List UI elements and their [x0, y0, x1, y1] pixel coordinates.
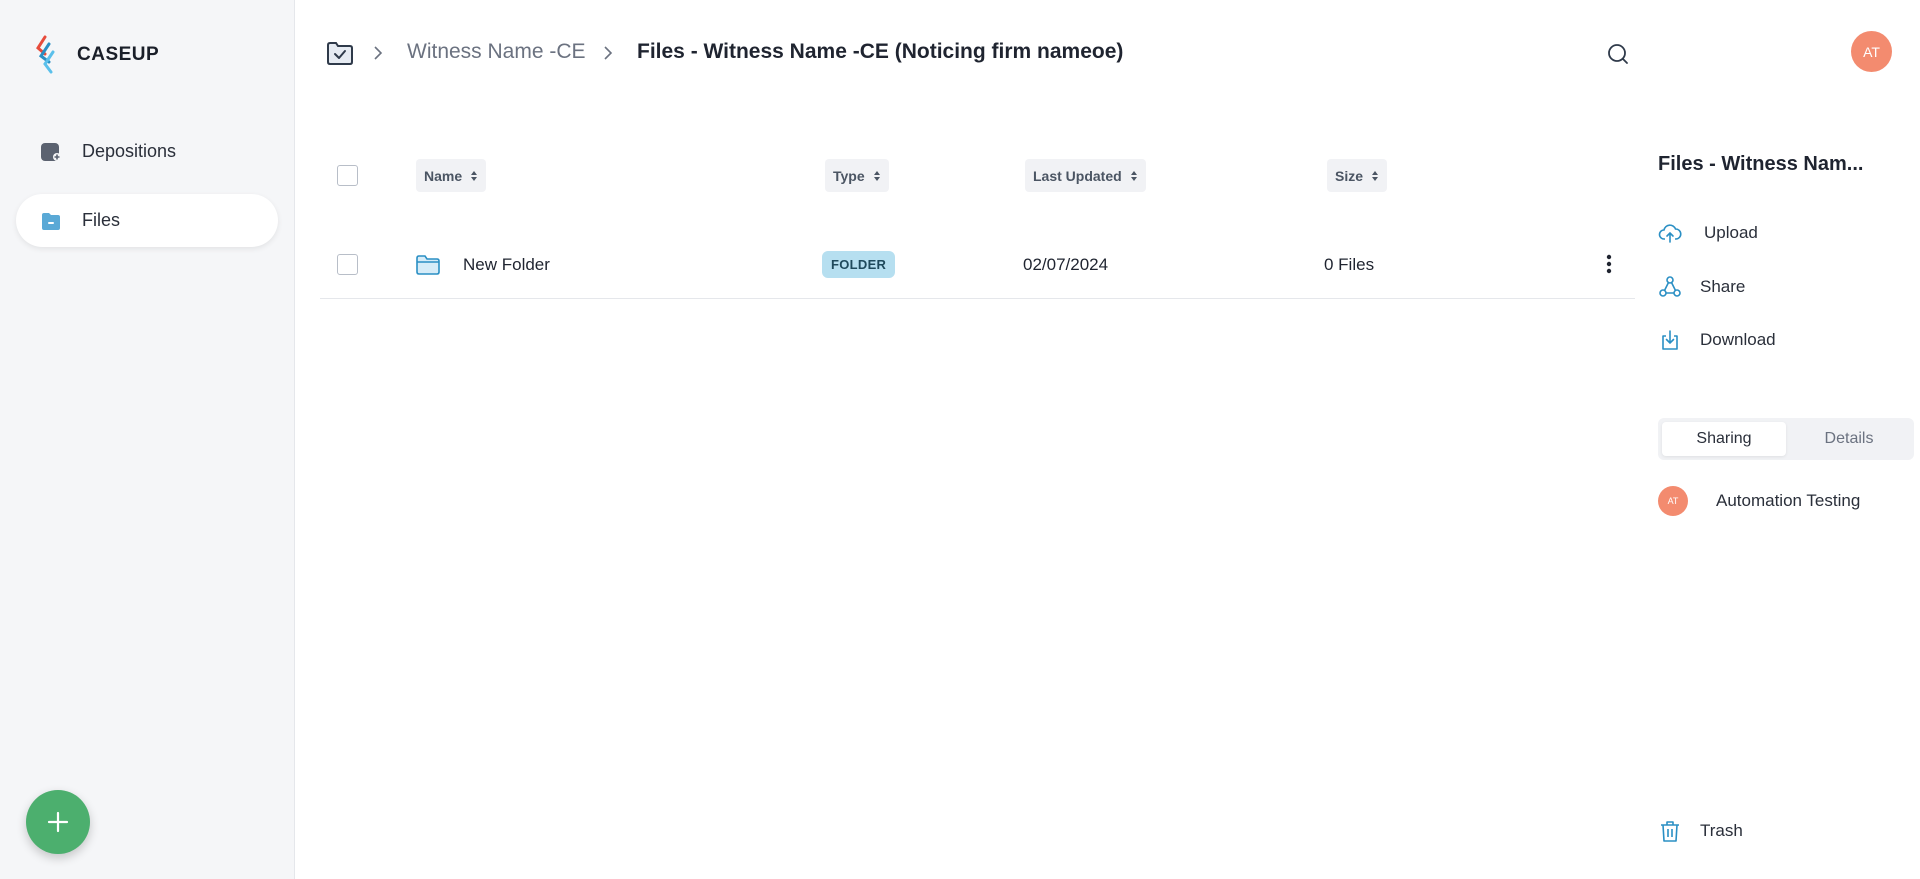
row-more-button[interactable]	[1597, 252, 1621, 276]
sidebar: CASEUP Depositions Files	[0, 0, 295, 879]
column-header-size[interactable]: Size	[1327, 159, 1388, 192]
details-panel: Files - Witness Nam... Upload Share Down…	[1658, 0, 1920, 879]
column-label: Size	[1335, 167, 1364, 184]
more-vertical-icon	[1606, 254, 1612, 274]
shared-user-name: Automation Testing	[1716, 491, 1861, 510]
brand[interactable]: CASEUP	[31, 34, 159, 76]
tab-sharing[interactable]: Sharing	[1662, 422, 1786, 456]
size-cell: 0 Files	[1324, 254, 1375, 274]
folder-check-icon[interactable]	[326, 40, 354, 66]
search-icon[interactable]	[1606, 42, 1630, 66]
sort-icon	[1130, 170, 1137, 181]
table-header: Name Type Last Updated Size	[320, 150, 1635, 200]
sidebar-item-label: Depositions	[82, 141, 177, 161]
table-row[interactable]: New Folder FOLDER 02/07/2024 0 Files	[320, 230, 1635, 299]
column-header-last-updated[interactable]: Last Updated	[1025, 159, 1146, 192]
trash-button[interactable]: Trash	[1658, 819, 1743, 843]
sort-icon	[471, 170, 478, 181]
share-icon	[1659, 276, 1681, 297]
sort-icon	[1372, 170, 1379, 181]
column-header-type[interactable]: Type	[825, 159, 889, 192]
share-button[interactable]: Share	[1658, 275, 1745, 299]
type-cell: FOLDER	[822, 230, 896, 299]
sidebar-item-depositions[interactable]: Depositions	[16, 125, 278, 178]
upload-button[interactable]: Upload	[1658, 221, 1758, 245]
file-name: New Folder	[463, 254, 550, 274]
shared-user-row: AT Automation Testing	[1658, 486, 1860, 516]
plus-icon	[47, 811, 69, 833]
row-checkbox[interactable]	[337, 254, 358, 275]
file-table: Name Type Last Updated Size New Folder F…	[320, 150, 1635, 299]
column-label: Last Updated	[1033, 167, 1122, 184]
depositions-icon	[40, 141, 62, 163]
trash-icon	[1661, 821, 1679, 842]
caseup-logo-icon	[36, 35, 55, 74]
files-icon	[40, 210, 62, 232]
chevron-right-icon	[374, 46, 383, 60]
name-cell[interactable]: New Folder	[415, 230, 550, 299]
sidebar-item-files[interactable]: Files	[16, 194, 278, 247]
column-header-name[interactable]: Name	[416, 159, 487, 192]
download-button[interactable]: Download	[1658, 328, 1776, 352]
trash-label: Trash	[1700, 821, 1743, 840]
column-label: Type	[833, 167, 865, 184]
column-label: Name	[424, 167, 463, 184]
select-all-checkbox[interactable]	[337, 165, 358, 186]
upload-label: Upload	[1704, 223, 1758, 242]
sidebar-item-label: Files	[82, 210, 121, 230]
last-updated-cell: 02/07/2024	[1023, 254, 1109, 274]
add-button[interactable]	[26, 790, 90, 854]
chevron-right-icon	[604, 46, 613, 60]
panel-title: Files - Witness Nam...	[1658, 153, 1864, 175]
sort-icon	[873, 170, 880, 181]
share-label: Share	[1700, 277, 1746, 296]
download-icon	[1662, 330, 1678, 350]
breadcrumb-witness[interactable]: Witness Name -CE	[407, 40, 586, 64]
folder-icon	[416, 254, 440, 275]
panel-tabs: Sharing Details	[1658, 418, 1914, 460]
tab-details[interactable]: Details	[1788, 422, 1910, 456]
upload-cloud-icon	[1658, 224, 1682, 243]
avatar: AT	[1658, 486, 1688, 516]
type-badge: FOLDER	[822, 251, 896, 278]
brand-name: CASEUP	[77, 44, 160, 65]
download-label: Download	[1700, 330, 1776, 349]
page-title: Files - Witness Name -CE (Noticing firm …	[637, 40, 1124, 63]
